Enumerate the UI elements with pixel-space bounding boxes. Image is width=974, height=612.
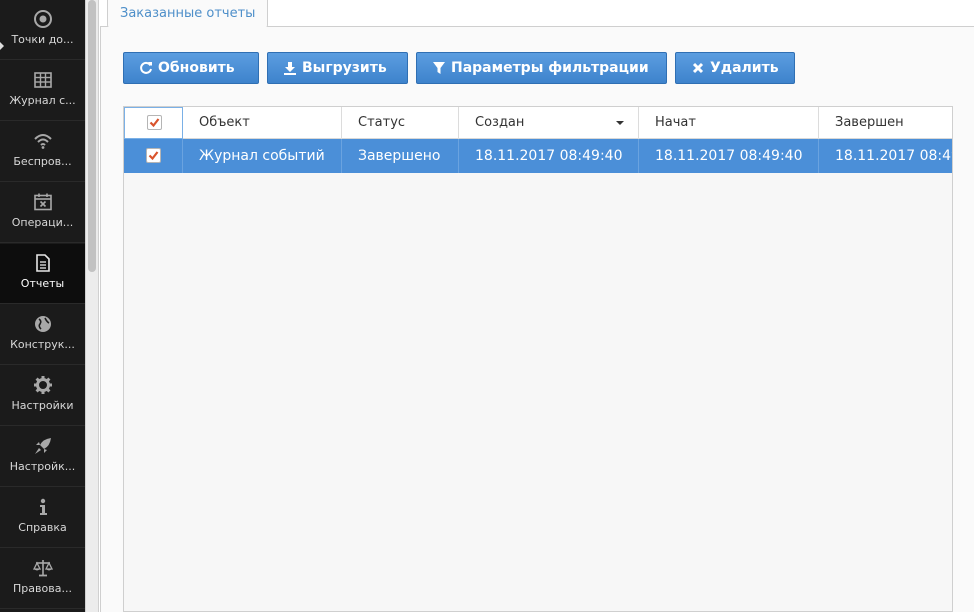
column-header-created[interactable]: Создан — [459, 107, 639, 139]
sidebar-scrollbar[interactable] — [85, 0, 99, 612]
sidebar-item-constructor[interactable]: Конструк... — [0, 305, 85, 365]
download-icon — [284, 62, 296, 75]
row-checkbox[interactable] — [146, 148, 161, 163]
refresh-icon — [140, 61, 152, 74]
calendar-x-icon — [33, 193, 52, 211]
delete-button-label: Удалить — [710, 60, 779, 76]
reports-table: Объект Статус Создан Начат Завершен Журн… — [123, 106, 953, 612]
refresh-button-label: Обновить — [158, 60, 235, 76]
sidebar: Точки до... Журнал с... Беспров... Опера… — [0, 0, 85, 612]
column-header-status[interactable]: Статус — [342, 107, 459, 139]
sidebar-item-label: Настройк... — [9, 460, 76, 473]
sidebar-item-label: Настройки — [11, 399, 74, 412]
cell-status: Завершено — [342, 139, 459, 173]
tab-content: Обновить Выгрузить Параметры фильтрации … — [100, 27, 974, 612]
sidebar-item-label: Беспров... — [13, 155, 72, 168]
table-icon — [33, 72, 52, 88]
sidebar-item-label: Справка — [18, 521, 67, 534]
sidebar-item-label: Точки до... — [11, 33, 74, 46]
tab-bar: Заказанные отчеты — [100, 0, 974, 28]
globe-icon — [34, 316, 51, 332]
close-icon — [692, 62, 704, 74]
cell-finished: 18.11.2017 08:49:40 — [835, 148, 952, 164]
sidebar-item-wireless[interactable]: Беспров... — [0, 122, 85, 182]
delete-button[interactable]: Удалить — [675, 52, 795, 84]
table-header: Объект Статус Создан Начат Завершен — [124, 107, 952, 139]
refresh-button[interactable]: Обновить — [123, 52, 259, 84]
sidebar-item-operations[interactable]: Операци... — [0, 183, 85, 243]
sidebar-item-reports[interactable]: Отчеты — [0, 244, 85, 304]
filter-settings-button-label: Параметры фильтрации — [451, 60, 649, 76]
wifi-icon — [33, 134, 52, 149]
main-panel: Заказанные отчеты Обновить Выгрузить Пар… — [100, 0, 974, 612]
sidebar-expand-arrow-icon — [0, 42, 4, 50]
cell-object: Журнал событий — [183, 139, 342, 173]
tab-ordered-reports[interactable]: Заказанные отчеты — [107, 0, 269, 28]
filter-settings-button[interactable]: Параметры фильтрации — [416, 52, 667, 84]
column-header-created-label: Создан — [475, 115, 525, 130]
rocket-icon — [34, 438, 51, 454]
select-all-checkbox[interactable] — [147, 115, 162, 130]
row-checkbox-cell — [124, 139, 183, 173]
column-header-started[interactable]: Начат — [639, 107, 819, 139]
target-icon — [33, 10, 52, 28]
export-button[interactable]: Выгрузить — [267, 52, 408, 84]
export-button-label: Выгрузить — [302, 60, 387, 76]
sidebar-item-access-points[interactable]: Точки до... — [0, 0, 85, 60]
gear-icon — [33, 376, 52, 394]
select-all-cell — [124, 107, 183, 139]
checkmark-icon — [149, 118, 160, 128]
sidebar-item-label: Операци... — [11, 216, 74, 229]
column-header-finished[interactable]: Завершен — [819, 107, 952, 139]
sort-descending-icon — [616, 121, 624, 125]
cell-started: 18.11.2017 08:49:40 — [639, 139, 819, 173]
sidebar-item-label: Отчеты — [20, 277, 65, 290]
sidebar-item-legal[interactable]: Правова... — [0, 549, 85, 609]
sidebar-item-label: Журнал с... — [9, 94, 76, 107]
document-icon — [35, 254, 50, 272]
info-icon — [39, 498, 47, 515]
sidebar-item-settings[interactable]: Настройки — [0, 366, 85, 426]
sidebar-item-label: Правова... — [13, 582, 72, 595]
table-row[interactable]: Журнал событий Завершено 18.11.2017 08:4… — [124, 139, 952, 173]
sidebar-item-advanced-settings[interactable]: Настройк... — [0, 427, 85, 487]
scales-icon — [32, 560, 53, 577]
checkmark-icon — [148, 151, 159, 161]
sidebar-item-label: Конструк... — [10, 338, 75, 351]
scrollbar-thumb[interactable] — [88, 0, 96, 272]
cell-created: 18.11.2017 08:49:40 — [459, 139, 639, 173]
filter-icon — [433, 62, 445, 74]
column-header-object[interactable]: Объект — [183, 107, 342, 139]
sidebar-item-event-log[interactable]: Журнал с... — [0, 61, 85, 121]
sidebar-item-help[interactable]: Справка — [0, 488, 85, 548]
